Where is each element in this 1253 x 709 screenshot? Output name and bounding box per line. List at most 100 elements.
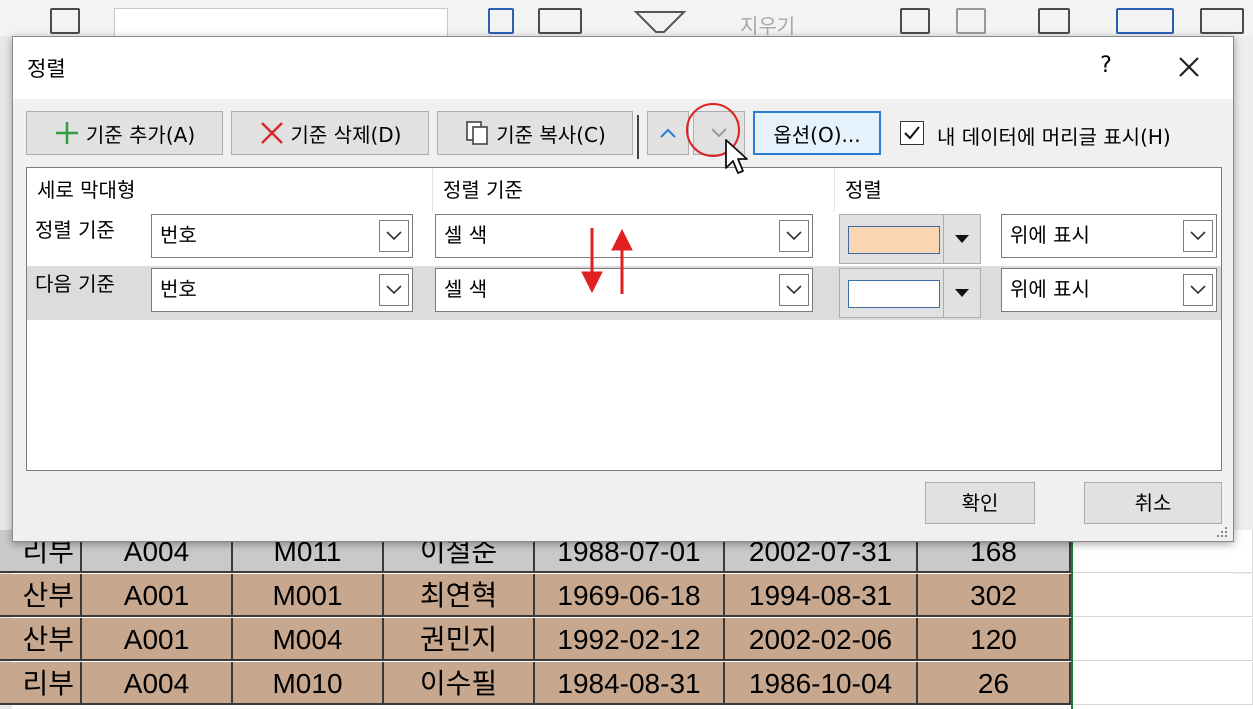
column-select[interactable]: 번호 xyxy=(151,268,413,312)
sheet-cell-code[interactable]: A001 xyxy=(82,618,233,661)
chevron-up-icon xyxy=(660,128,676,138)
position-value: 위에 표시 xyxy=(1010,277,1090,301)
sheet-cell-birth[interactable]: 1969-06-18 xyxy=(535,574,725,617)
filter-icon[interactable] xyxy=(632,8,688,36)
column-select[interactable]: 번호 xyxy=(151,214,413,258)
sheet-cell-empty[interactable] xyxy=(1073,662,1253,705)
copy-level-button[interactable]: 기준 복사(C) xyxy=(437,111,633,155)
sort-levels-grid: 세로 막대형 정렬 기준 정렬 정렬 기준 번호 셀 색 위에 표시 다음 기준… xyxy=(26,167,1222,471)
copy-level-label: 기준 복사(C) xyxy=(496,122,606,147)
sheet-row[interactable]: 리부 A004 M010 이수필 1984-08-31 1986-10-04 26 xyxy=(0,662,1253,705)
copy-icon xyxy=(466,121,489,145)
sheet-cell-emp[interactable]: M001 xyxy=(233,574,384,617)
caret-down-icon xyxy=(955,235,969,243)
chevron-down-icon xyxy=(386,231,402,241)
sheet-cell-hire[interactable]: 1986-10-04 xyxy=(725,662,918,705)
close-icon xyxy=(1179,57,1199,77)
sheet-cell-name[interactable]: 권민지 xyxy=(384,618,535,661)
sheet-cell-hire[interactable]: 1994-08-31 xyxy=(725,574,918,617)
ribbon-icon[interactable] xyxy=(956,8,986,34)
ok-button[interactable]: 확인 xyxy=(925,482,1035,524)
sheet-cell-empty[interactable] xyxy=(1073,618,1253,661)
dropdown-button[interactable] xyxy=(379,220,409,252)
options-button[interactable]: 옵션(O)... xyxy=(753,111,881,155)
dropdown-button[interactable] xyxy=(779,274,809,306)
level-label: 다음 기준 xyxy=(35,272,115,296)
checkmark-icon xyxy=(904,126,920,140)
dropdown-button[interactable] xyxy=(1183,274,1213,306)
sheet-cell-value[interactable]: 302 xyxy=(918,574,1071,617)
sheet-cell-code[interactable]: A004 xyxy=(82,662,233,705)
ribbon-icon[interactable] xyxy=(900,8,930,34)
ribbon-icon[interactable] xyxy=(538,8,582,34)
sheet-cell-emp[interactable]: M010 xyxy=(233,662,384,705)
position-select[interactable]: 위에 표시 xyxy=(1001,268,1217,312)
chevron-down-icon xyxy=(786,231,802,241)
column-header: 세로 막대형 xyxy=(27,168,433,212)
order-color-picker[interactable] xyxy=(839,214,981,264)
color-dropdown-button[interactable] xyxy=(943,215,980,263)
chevron-down-icon xyxy=(386,285,402,295)
ribbon-icon[interactable] xyxy=(488,8,514,34)
delete-icon xyxy=(260,122,283,144)
move-up-button[interactable] xyxy=(647,111,689,155)
toolbar-separator xyxy=(637,115,639,159)
close-button[interactable] xyxy=(1171,49,1207,85)
sheet-cell-name[interactable]: 이수필 xyxy=(384,662,535,705)
header-checkbox-label[interactable]: 내 데이터에 머리글 표시(H) xyxy=(937,121,1171,150)
add-level-label: 기준 추가(A) xyxy=(85,122,196,147)
selection-border xyxy=(1071,540,1073,709)
position-select[interactable]: 위에 표시 xyxy=(1001,214,1217,258)
sheet-cell-value[interactable]: 26 xyxy=(918,662,1071,705)
plus-icon xyxy=(55,122,78,144)
sheet-cell-dept[interactable]: 리부 xyxy=(0,662,82,705)
cancel-button[interactable]: 취소 xyxy=(1084,482,1222,524)
dropdown-button[interactable] xyxy=(379,274,409,306)
sheet-cell-empty[interactable] xyxy=(1073,574,1253,617)
level-label: 정렬 기준 xyxy=(35,218,115,242)
sheet-row[interactable]: 산부 A001 M001 최연혁 1969-06-18 1994-08-31 302 xyxy=(0,574,1253,617)
chevron-down-icon xyxy=(1190,285,1206,295)
chevron-down-icon xyxy=(786,285,802,295)
sheet-cell-emp[interactable]: M004 xyxy=(233,618,384,661)
order-header: 정렬 xyxy=(845,178,882,202)
clear-filter-label[interactable]: 지우기 xyxy=(740,10,795,39)
dropdown-button[interactable] xyxy=(1183,220,1213,252)
swap-arrows-icon xyxy=(581,228,633,294)
sheet-cell-birth[interactable]: 1992-02-12 xyxy=(535,618,725,661)
delete-level-button[interactable]: 기준 삭제(D) xyxy=(231,111,429,155)
ribbon-icon[interactable] xyxy=(50,8,80,34)
color-dropdown-button[interactable] xyxy=(943,269,980,317)
help-button[interactable]: ? xyxy=(1091,49,1121,83)
sheet-cell-dept[interactable]: 산부 xyxy=(0,574,82,617)
ribbon-icon[interactable] xyxy=(1116,8,1174,34)
ribbon-style-gallery[interactable] xyxy=(114,8,448,38)
dialog-title-bar: 정렬 ? xyxy=(13,37,1233,99)
color-swatch xyxy=(848,280,940,308)
ribbon-icon[interactable] xyxy=(1038,8,1070,34)
sheet-cell-hire[interactable]: 2002-02-06 xyxy=(725,618,918,661)
sort-on-value: 셀 색 xyxy=(444,277,488,301)
header-checkbox[interactable] xyxy=(900,121,924,145)
sort-on-value: 셀 색 xyxy=(444,223,488,247)
chevron-down-icon xyxy=(1190,231,1206,241)
position-value: 위에 표시 xyxy=(1010,223,1090,247)
caret-down-icon xyxy=(955,289,969,297)
sheet-cell-name[interactable]: 최연혁 xyxy=(384,574,535,617)
delete-level-label: 기준 삭제(D) xyxy=(290,122,402,147)
column-value: 번호 xyxy=(160,277,197,301)
excel-ribbon: 지우기 xyxy=(0,0,1253,39)
order-color-picker[interactable] xyxy=(839,268,981,318)
sheet-cell-value[interactable]: 120 xyxy=(918,618,1071,661)
ribbon-icon[interactable] xyxy=(1200,8,1244,34)
sheet-cell-birth[interactable]: 1984-08-31 xyxy=(535,662,725,705)
resize-grip-icon[interactable] xyxy=(1215,525,1229,539)
sort-on-header: 정렬 기준 xyxy=(433,168,835,212)
sheet-cell-dept[interactable]: 산부 xyxy=(0,618,82,661)
sheet-cell-code[interactable]: A001 xyxy=(82,574,233,617)
dropdown-button[interactable] xyxy=(779,220,809,252)
mouse-cursor-icon xyxy=(725,139,748,174)
add-level-button[interactable]: 기준 추가(A) xyxy=(26,111,223,155)
sheet-row[interactable]: 산부 A001 M004 권민지 1992-02-12 2002-02-06 120 xyxy=(0,618,1253,661)
color-swatch xyxy=(848,226,940,254)
